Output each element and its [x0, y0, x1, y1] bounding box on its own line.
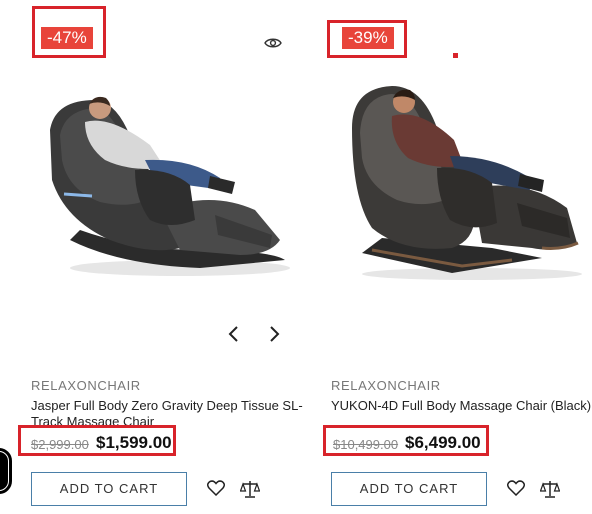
- heart-icon[interactable]: [207, 480, 225, 496]
- product-brand: RELAXONCHAIR: [331, 378, 441, 393]
- eye-icon[interactable]: [264, 36, 282, 50]
- product-card[interactable]: -47% RELAXONCHAIR Jasper Full Body Zero …: [0, 0, 303, 514]
- price-highlight: $2,999.00 $1,599.00: [18, 425, 176, 456]
- sale-price: $1,599.00: [96, 433, 172, 452]
- sale-price: $6,499.00: [405, 433, 481, 452]
- product-title[interactable]: YUKON-4D Full Body Massage Chair (Black): [331, 398, 592, 428]
- add-to-cart-button[interactable]: ADD TO CART: [331, 472, 487, 506]
- floating-widget-icon: [0, 452, 8, 490]
- product-image[interactable]: [342, 78, 592, 283]
- chevron-right-icon[interactable]: [266, 324, 282, 344]
- product-title[interactable]: Jasper Full Body Zero Gravity Deep Tissu…: [31, 398, 303, 428]
- scale-icon[interactable]: [240, 480, 260, 498]
- discount-badge: -47%: [41, 27, 93, 49]
- price-highlight: $10,499.00 $6,499.00: [323, 425, 489, 456]
- original-price: $10,499.00: [333, 437, 399, 452]
- indicator-dot: [453, 53, 458, 58]
- add-to-cart-button[interactable]: ADD TO CART: [31, 472, 187, 506]
- product-grid: { "products": [ { "badge": "-47%", "bran…: [0, 0, 592, 514]
- heart-icon[interactable]: [507, 480, 525, 496]
- discount-badge: -39%: [342, 27, 394, 49]
- original-price: $2,999.00: [31, 437, 89, 452]
- product-card[interactable]: -39% RELAXONCHAIR YUKON-4D Full Body Mas…: [300, 0, 592, 514]
- product-image[interactable]: [40, 90, 295, 280]
- product-brand: RELAXONCHAIR: [31, 378, 141, 393]
- chevron-left-icon[interactable]: [226, 324, 242, 344]
- scale-icon[interactable]: [540, 480, 560, 498]
